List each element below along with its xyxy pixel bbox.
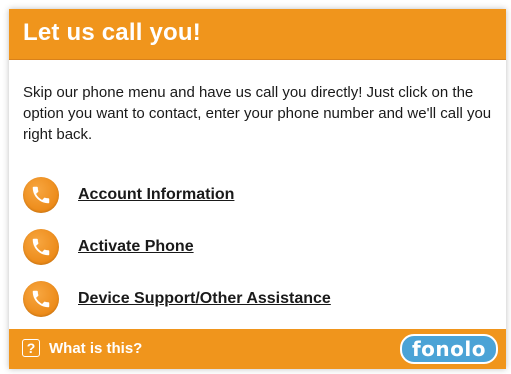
intro-text: Skip our phone menu and have us call you… — [23, 84, 492, 143]
widget-title: Let us call you! — [23, 19, 201, 46]
widget-footer: ? What is this? fonolo — [9, 329, 506, 369]
option-label[interactable]: Activate Phone — [78, 238, 194, 256]
phone-icon — [23, 229, 59, 265]
what-is-this-link[interactable]: What is this? — [49, 340, 142, 357]
option-label[interactable]: Device Support/Other Assistance — [78, 290, 331, 308]
option-account-information[interactable]: Account Information — [23, 169, 493, 221]
phone-icon — [23, 281, 59, 317]
widget-header: Let us call you! — [9, 9, 506, 60]
option-label[interactable]: Account Information — [78, 186, 234, 204]
call-widget: Let us call you! Skip our phone menu and… — [9, 9, 506, 369]
help-icon[interactable]: ? — [22, 339, 40, 357]
call-options-list: Account Information Activate Phone Devic… — [23, 169, 493, 325]
phone-icon — [23, 177, 59, 213]
fonolo-logo[interactable]: fonolo — [399, 334, 498, 364]
option-activate-phone[interactable]: Activate Phone — [23, 221, 493, 273]
option-device-support[interactable]: Device Support/Other Assistance — [23, 273, 493, 325]
